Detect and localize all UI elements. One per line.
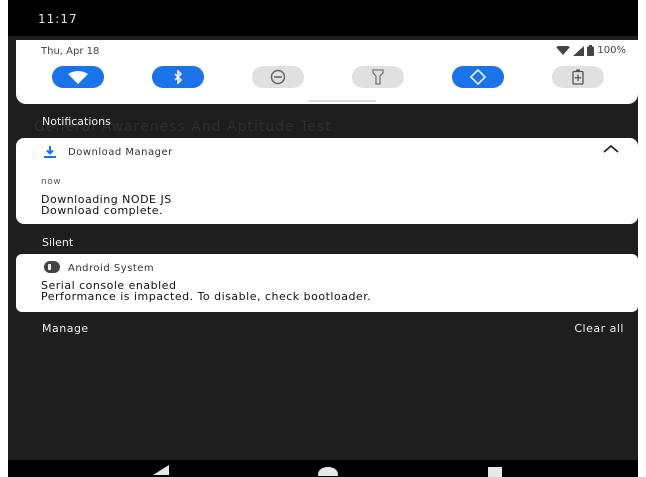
do-not-disturb-icon — [270, 69, 286, 85]
back-icon[interactable] — [153, 463, 169, 475]
battery-saver-icon — [572, 69, 584, 85]
signal-icon — [573, 45, 585, 56]
android-system-icon — [44, 261, 60, 273]
wifi-icon — [68, 70, 88, 84]
notification-app-name: Download Manager — [68, 147, 173, 158]
qs-date: Thu, Apr 18 — [41, 46, 100, 57]
notification-text: Performance is impacted. To disable, che… — [41, 290, 372, 303]
bluetooth-icon — [174, 70, 183, 84]
notification-time: now — [41, 177, 62, 187]
navigation-bar — [8, 460, 638, 477]
download-notification[interactable]: Download Manager now Downloading NODE JS… — [16, 138, 638, 224]
battery-percent: 100% — [597, 45, 626, 56]
flashlight-tile[interactable] — [352, 66, 404, 88]
android-system-notification[interactable]: Android System Serial console enabled Pe… — [16, 254, 638, 312]
recents-icon[interactable] — [488, 465, 502, 477]
silent-header: Silent — [42, 236, 74, 249]
battery-saver-tile[interactable] — [552, 66, 604, 88]
auto-rotate-icon — [469, 69, 487, 85]
notifications-header: Notifications — [42, 115, 111, 128]
auto-rotate-tile[interactable] — [452, 66, 504, 88]
manage-button[interactable]: Manage — [42, 322, 89, 335]
notification-text: Download complete. — [41, 204, 164, 217]
clear-all-button[interactable]: Clear all — [574, 322, 624, 335]
home-icon[interactable] — [318, 464, 338, 476]
flashlight-icon — [372, 69, 384, 85]
qs-drag-handle[interactable] — [308, 100, 376, 102]
do-not-disturb-tile[interactable] — [252, 66, 304, 88]
wifi-tile[interactable] — [52, 66, 104, 88]
wifi-status-icon — [556, 45, 571, 55]
qs-status-icons: 100% — [556, 45, 626, 56]
collapse-chevron-icon[interactable] — [603, 144, 619, 154]
battery-icon — [587, 45, 595, 56]
status-bar: 11:17 — [8, 0, 638, 36]
status-time: 11:17 — [38, 12, 78, 26]
notification-shade: 11:17 Thu, Apr 18 100% General Awareness… — [8, 0, 638, 477]
quick-settings-panel[interactable]: Thu, Apr 18 100% — [16, 40, 638, 104]
bluetooth-tile[interactable] — [152, 66, 204, 88]
notification-app-name: Android System — [68, 263, 155, 274]
download-icon — [44, 146, 56, 158]
